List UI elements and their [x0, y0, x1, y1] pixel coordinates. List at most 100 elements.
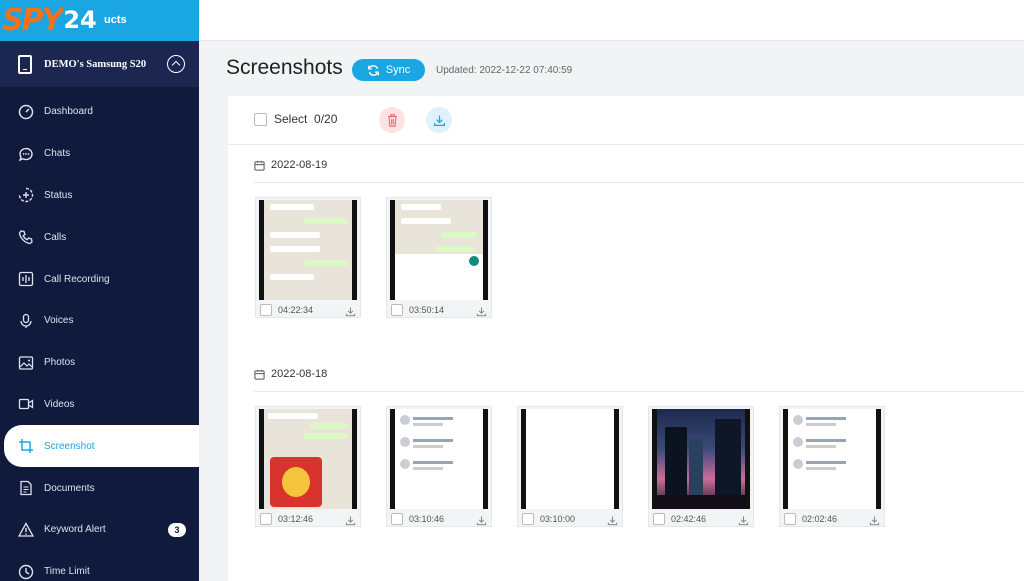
sidebar-item-label: Call Recording: [44, 273, 110, 285]
top-bar: [199, 0, 1024, 41]
page-title: Screenshots: [226, 56, 343, 79]
screenshot-time: 02:02:46: [802, 514, 838, 524]
sidebar-item-label: Voices: [44, 315, 74, 327]
sidebar-item-call-recording[interactable]: Call Recording: [0, 258, 199, 300]
sidebar-item-label: Time Limit: [44, 566, 90, 578]
sidebar: SPY 24 ucts DEMO's Samsung S20 Dashboard…: [0, 0, 199, 581]
sidebar-item-label: Documents: [44, 482, 95, 494]
calendar-icon: [254, 369, 265, 380]
thumbnail-checkbox[interactable]: [784, 513, 796, 525]
screenshot-thumbnail[interactable]: 02:02:46: [779, 406, 885, 527]
logo[interactable]: SPY 24: [2, 3, 97, 38]
keyword-alert-count-badge: 3: [168, 522, 186, 537]
video-icon: [18, 396, 34, 412]
document-icon: [18, 480, 34, 496]
download-icon[interactable]: [869, 513, 880, 531]
sidebar-item-videos[interactable]: Videos: [0, 384, 199, 426]
thumbnail-footer: 02:02:46: [780, 511, 884, 527]
delete-button[interactable]: [379, 107, 405, 133]
screenshot-thumbnail[interactable]: 03:10:46: [386, 406, 492, 527]
sidebar-item-voices[interactable]: Voices: [0, 300, 199, 342]
clock-icon: [18, 564, 34, 580]
sidebar-item-status[interactable]: Status: [0, 175, 199, 217]
phone-icon: [18, 229, 34, 245]
sidebar-item-photos[interactable]: Photos: [0, 342, 199, 384]
screenshot-time: 03:12:46: [278, 514, 314, 524]
sidebar-item-label: Videos: [44, 398, 75, 410]
sidebar-item-documents[interactable]: Documents: [0, 467, 199, 509]
sidebar-item-label: Photos: [44, 357, 76, 369]
crop-icon: [18, 438, 34, 454]
thumbnail-checkbox[interactable]: [260, 513, 272, 525]
thumbnail-footer: 03:10:00: [518, 511, 622, 527]
sidebar-item-screenshot[interactable]: Screenshot: [4, 425, 199, 468]
chevron-up-icon[interactable]: [167, 55, 185, 73]
sidebar-item-time-limit[interactable]: Time Limit: [0, 551, 199, 581]
dashboard-icon: [18, 104, 34, 120]
updated-timestamp: Updated: 2022-12-22 07:40:59: [436, 65, 573, 76]
sync-icon: [367, 64, 379, 76]
download-button[interactable]: [426, 107, 452, 133]
sidebar-item-label: Screenshot: [44, 440, 95, 452]
thumbnail-checkbox[interactable]: [653, 513, 665, 525]
sidebar-item-label: Keyword Alert: [44, 524, 106, 536]
sidebar-header: SPY 24 ucts: [0, 0, 199, 41]
screenshot-image[interactable]: [259, 409, 357, 509]
photo-icon: [18, 355, 34, 371]
screenshot-image[interactable]: [652, 409, 750, 509]
sidebar-item-keyword-alert[interactable]: Keyword Alert 3: [0, 509, 199, 551]
screenshot-image[interactable]: [390, 200, 488, 300]
screenshot-image[interactable]: [783, 409, 881, 509]
download-icon[interactable]: [476, 304, 487, 322]
download-icon[interactable]: [345, 513, 356, 531]
alert-icon: [18, 522, 34, 538]
sidebar-item-dashboard[interactable]: Dashboard: [0, 91, 199, 133]
screenshot-time: 02:42:46: [671, 514, 707, 524]
screenshot-image[interactable]: [521, 409, 619, 509]
chat-icon: [18, 146, 34, 162]
screenshots-panel: Select 0/20 2022-08-19 04:22:34 03:50:14 20…: [228, 96, 1024, 581]
screenshot-thumbnail[interactable]: 03:12:46: [255, 406, 361, 527]
download-icon[interactable]: [476, 513, 487, 531]
group-date: 2022-08-18: [271, 368, 328, 380]
select-all-checkbox[interactable]: [254, 113, 267, 126]
sidebar-item-label: Chats: [44, 148, 71, 160]
device-selector[interactable]: DEMO's Samsung S20: [0, 41, 199, 87]
thumbnail-footer: 03:10:46: [387, 511, 491, 527]
sidebar-item-calls[interactable]: Calls: [0, 216, 199, 258]
thumbnail-checkbox[interactable]: [391, 513, 403, 525]
screenshot-time: 03:10:00: [540, 514, 576, 524]
screenshot-thumbnail[interactable]: 03:50:14: [386, 197, 492, 318]
phone-device-icon: [18, 54, 32, 74]
thumbnail-checkbox[interactable]: [391, 304, 403, 316]
screenshot-thumbnail[interactable]: 04:22:34: [255, 197, 361, 318]
sidebar-menu: Dashboard Chats Status Calls Call Recording V…: [0, 91, 199, 581]
divider: [254, 391, 1024, 392]
selection-toolbar: Select 0/20: [228, 96, 1024, 145]
thumbnail-checkbox[interactable]: [522, 513, 534, 525]
download-icon[interactable]: [345, 304, 356, 322]
thumbnail-footer: 04:22:34: [256, 302, 360, 318]
thumbnail-footer: 02:42:46: [649, 511, 753, 527]
microphone-icon: [18, 313, 34, 329]
screenshot-time: 03:10:46: [409, 514, 445, 524]
screenshot-image[interactable]: [390, 409, 488, 509]
download-icon: [433, 115, 445, 126]
products-label[interactable]: ucts: [104, 14, 127, 26]
screenshot-time: 03:50:14: [409, 305, 445, 315]
sidebar-item-chats[interactable]: Chats: [0, 133, 199, 175]
date-group-header: 2022-08-19: [254, 159, 327, 171]
device-name: DEMO's Samsung S20: [44, 58, 147, 70]
thumbnail-checkbox[interactable]: [260, 304, 272, 316]
download-icon[interactable]: [607, 513, 618, 531]
thumbnail-footer: 03:12:46: [256, 511, 360, 527]
download-icon[interactable]: [738, 513, 749, 531]
date-group-header: 2022-08-18: [254, 368, 327, 380]
sync-button[interactable]: Sync: [352, 59, 425, 81]
status-icon: [18, 187, 34, 203]
calendar-icon: [254, 160, 265, 171]
screenshot-thumbnail[interactable]: 03:10:00: [517, 406, 623, 527]
screenshot-thumbnail[interactable]: 02:42:46: [648, 406, 754, 527]
group-date: 2022-08-19: [271, 159, 328, 171]
screenshot-image[interactable]: [259, 200, 357, 300]
